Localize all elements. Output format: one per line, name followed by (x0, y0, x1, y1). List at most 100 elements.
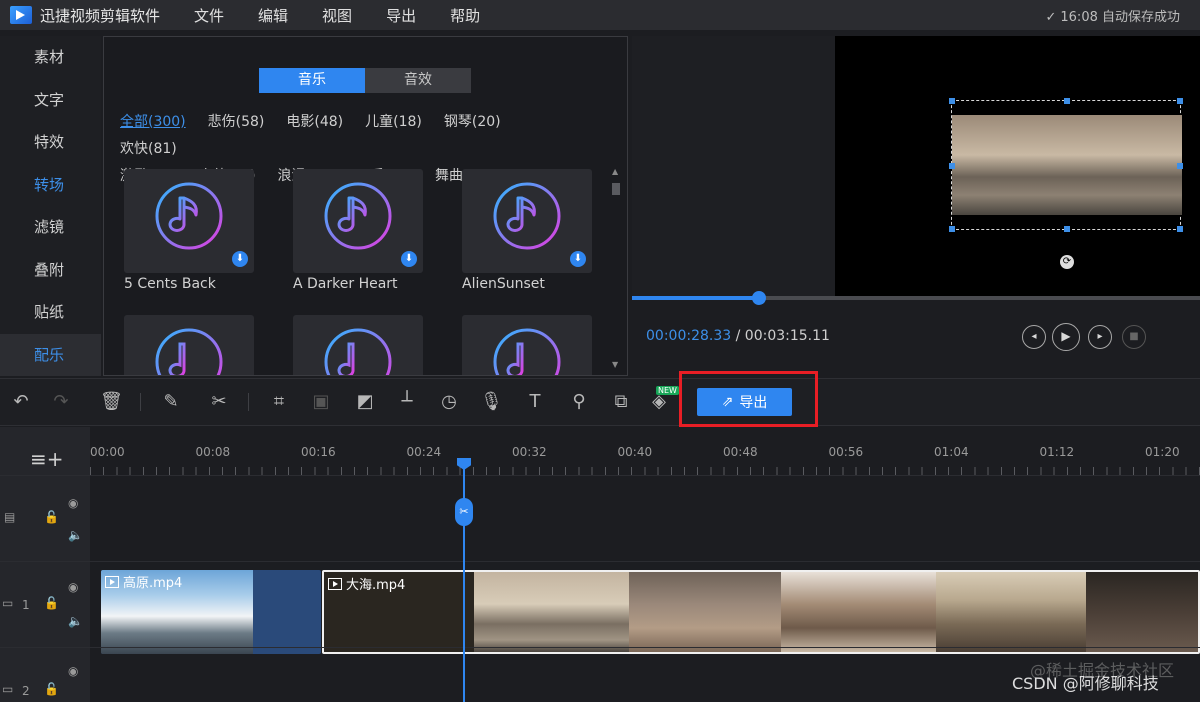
toolbar-divider (248, 393, 249, 411)
track-header: ▭ 1 🔓 ◉ 🔈 (0, 562, 90, 647)
preview-frame[interactable] (949, 98, 1183, 232)
ruler-tick-label: 01:12 (1039, 445, 1075, 459)
rotate-icon[interactable]: ⟳ (1060, 255, 1074, 269)
category-cheerful[interactable]: 欢快(81) (120, 136, 177, 163)
menu-export[interactable]: 导出 (386, 5, 416, 26)
prev-frame-button[interactable]: ◂ (1022, 325, 1046, 349)
menu-help[interactable]: 帮助 (450, 5, 480, 26)
resize-handle[interactable] (1177, 163, 1183, 169)
ruler-tick-label: 00:08 (195, 445, 231, 459)
music-library-panel: 音乐 音效 全部(300) 悲伤(58) 电影(48) 儿童(18) 钢琴(20) 欢快(… (103, 36, 628, 376)
delete-icon[interactable]: 🗑 (100, 391, 123, 413)
lock-icon[interactable]: 🔓 (44, 596, 59, 610)
sidebar-item-transition[interactable]: 转场 (0, 164, 101, 207)
download-icon[interactable]: ⬇ (401, 251, 417, 267)
voice-to-text-icon[interactable]: ⚲ (568, 391, 590, 413)
library-scrollbar[interactable]: ▲ ▼ (610, 165, 622, 371)
music-note-icon (493, 328, 561, 375)
sidebar-item-music[interactable]: 配乐 (0, 333, 101, 376)
ruler-ticks (90, 467, 1200, 475)
music-tile[interactable]: ⬇ (293, 169, 423, 273)
watermark-csdn: CSDN @阿修聊科技 (1012, 674, 1159, 693)
category-all[interactable]: 全部(300) (120, 109, 186, 136)
autosave-status: ✓ 16:08 自动保存成功 (1045, 6, 1180, 25)
resize-handle[interactable] (949, 226, 955, 232)
visibility-eye-icon[interactable]: ◉ (68, 496, 78, 510)
sidebar-item-effects[interactable]: 特效 (0, 121, 101, 164)
clip-name: 高原.mp4 (123, 576, 183, 591)
menu-file[interactable]: 文件 (194, 5, 224, 26)
redo-icon[interactable]: ↷ (50, 391, 72, 413)
music-note-icon (155, 328, 223, 375)
speed-clock-icon[interactable]: ◷ (438, 391, 460, 413)
scroll-down-icon[interactable]: ▼ (612, 360, 618, 369)
timeline: ≡+ 00:00 00:08 00:16 00:24 00:32 00:40 00:48 00… (0, 427, 1200, 702)
progress-knob[interactable] (751, 291, 766, 305)
resize-handle[interactable] (1064, 226, 1070, 232)
resize-handle[interactable] (949, 98, 955, 104)
scrollbar-thumb[interactable] (612, 183, 620, 195)
resize-handle[interactable] (1177, 98, 1183, 104)
download-icon[interactable]: ⬇ (232, 251, 248, 267)
category-sad[interactable]: 悲伤(58) (208, 109, 265, 136)
play-button[interactable]: ▶ (1052, 323, 1080, 351)
volume-icon[interactable]: 🔈 (68, 528, 83, 542)
category-movie[interactable]: 电影(48) (286, 109, 343, 136)
category-kids[interactable]: 儿童(18) (365, 109, 422, 136)
music-tile[interactable] (293, 315, 423, 375)
music-tile[interactable] (124, 315, 254, 375)
music-title: A Darker Heart (293, 276, 398, 292)
time-ruler[interactable]: 00:00 00:08 00:16 00:24 00:32 00:40 00:48 00:56… (90, 427, 1200, 475)
visibility-eye-icon[interactable]: ◉ (68, 580, 78, 594)
video-clip[interactable]: 大海.mp4 (322, 570, 1200, 654)
sidebar-item-filter[interactable]: 滤镜 (0, 206, 101, 249)
sidebar-item-overlay[interactable]: 叠附 (0, 249, 101, 292)
edit-toolbar: ↶ ↷ 🗑 ✎ ✂ ⌗ ▣ ◩ ┴ ◷ 🎙 T ⚲ ⧉ ◈ NEW ⇗ 导出 (0, 378, 1200, 426)
check-icon: ✓ (1045, 10, 1057, 25)
audio-wave-icon[interactable]: ┴ (396, 391, 418, 413)
music-note-icon (324, 182, 392, 250)
category-piano[interactable]: 钢琴(20) (444, 109, 501, 136)
resize-handle[interactable] (1064, 98, 1070, 104)
scroll-up-icon[interactable]: ▲ (612, 167, 618, 176)
text-to-speech-icon[interactable]: T (524, 391, 546, 413)
next-frame-button[interactable]: ▸ (1088, 325, 1112, 349)
clip-label: 高原.mp4 (105, 572, 182, 591)
volume-icon[interactable]: 🔈 (68, 614, 83, 628)
music-tile[interactable] (462, 315, 592, 375)
scissors-icon[interactable]: ✂ (208, 391, 230, 413)
lock-icon[interactable]: 🔓 (44, 510, 59, 524)
menu-view[interactable]: 视图 (322, 5, 352, 26)
sidebar-item-text[interactable]: 文字 (0, 79, 101, 122)
music-note-icon (324, 328, 392, 375)
menu-edit[interactable]: 编辑 (258, 5, 288, 26)
clip-thumbnail (474, 572, 629, 652)
resize-handle[interactable] (1177, 226, 1183, 232)
track-header: ▤ 🔓 ◉ 🔈 (0, 476, 90, 561)
video-clip[interactable]: 高原.mp4 (101, 570, 321, 654)
add-track-icon[interactable]: ≡+ (30, 447, 64, 471)
playback-progress[interactable] (632, 291, 1200, 305)
stop-button[interactable]: ■ (1122, 325, 1146, 349)
current-time: 00:00:28.33 (646, 328, 732, 344)
split-scissors-icon[interactable]: ✂ (455, 498, 473, 526)
download-icon[interactable]: ⬇ (570, 251, 586, 267)
crop-icon[interactable]: ⌗ (268, 391, 290, 413)
resize-handle[interactable] (949, 163, 955, 169)
music-tile[interactable]: ⬇ (462, 169, 592, 273)
edit-icon[interactable]: ✎ (160, 391, 182, 413)
picture-in-picture-icon[interactable]: ◩ (354, 391, 376, 413)
sidebar-item-material[interactable]: 素材 (0, 36, 101, 79)
tab-music[interactable]: 音乐 (259, 68, 365, 93)
microphone-icon[interactable]: 🎙 (480, 391, 503, 413)
tab-sound-effects[interactable]: 音效 (365, 68, 471, 93)
visibility-eye-icon[interactable]: ◉ (68, 664, 78, 678)
clip-thumbnail (1086, 572, 1198, 652)
mosaic-icon[interactable]: ▣ (310, 391, 332, 413)
undo-icon[interactable]: ↶ (10, 391, 32, 413)
sidebar-item-sticker[interactable]: 贴纸 (0, 291, 101, 334)
copy-layer-icon[interactable]: ⧉ (610, 391, 632, 413)
music-note-icon (493, 182, 561, 250)
music-tile[interactable]: ⬇ (124, 169, 254, 273)
lock-icon[interactable]: 🔓 (44, 682, 59, 696)
